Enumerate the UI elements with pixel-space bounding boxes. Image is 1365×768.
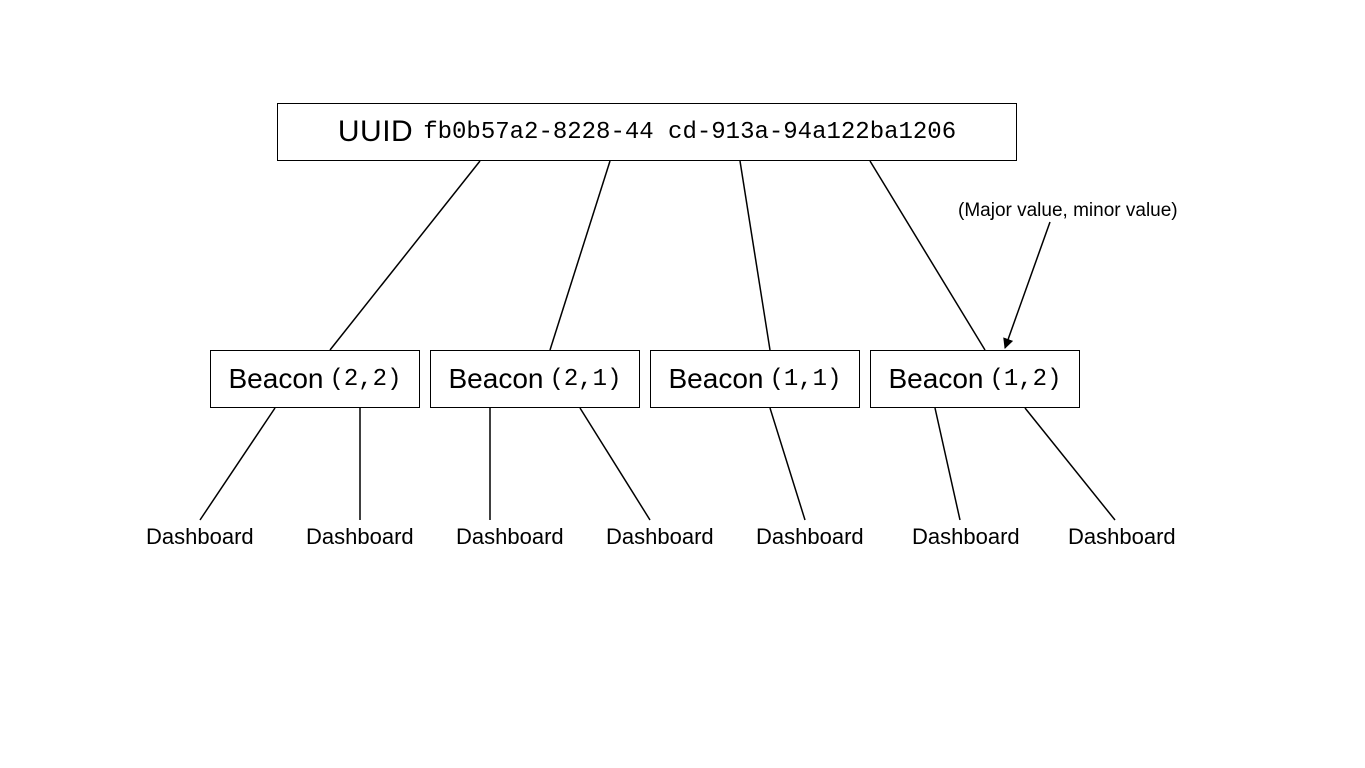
dashboard-leaf: Dashboard: [306, 524, 414, 550]
beacon-coords: (1,1): [769, 366, 841, 393]
dashboard-leaf: Dashboard: [756, 524, 864, 550]
diagram-stage: UUID fb0b57a2-8228-44 cd-913a-94a122ba12…: [0, 0, 1365, 768]
beacon-coords: (1,2): [989, 366, 1061, 393]
beacon-label: Beacon: [449, 363, 544, 395]
beacon-label: Beacon: [669, 363, 764, 395]
dashboard-leaf: Dashboard: [912, 524, 1020, 550]
dashboard-leaf: Dashboard: [456, 524, 564, 550]
beacon-box-1: Beacon (2,2): [210, 350, 420, 408]
beacon-box-2: Beacon (2,1): [430, 350, 640, 408]
beacon-box-3: Beacon (1,1): [650, 350, 860, 408]
uuid-box: UUID fb0b57a2-8228-44 cd-913a-94a122ba12…: [277, 103, 1017, 161]
beacon-label: Beacon: [889, 363, 984, 395]
dashboard-leaf: Dashboard: [146, 524, 254, 550]
beacon-label: Beacon: [229, 363, 324, 395]
dashboard-leaf: Dashboard: [606, 524, 714, 550]
annotation-major-minor: (Major value, minor value): [958, 200, 1178, 222]
beacon-box-4: Beacon (1,2): [870, 350, 1080, 408]
beacon-coords: (2,1): [549, 366, 621, 393]
uuid-label: UUID: [338, 115, 413, 149]
beacon-coords: (2,2): [329, 366, 401, 393]
dashboard-leaf: Dashboard: [1068, 524, 1176, 550]
uuid-value: fb0b57a2-8228-44 cd-913a-94a122ba1206: [423, 119, 956, 146]
